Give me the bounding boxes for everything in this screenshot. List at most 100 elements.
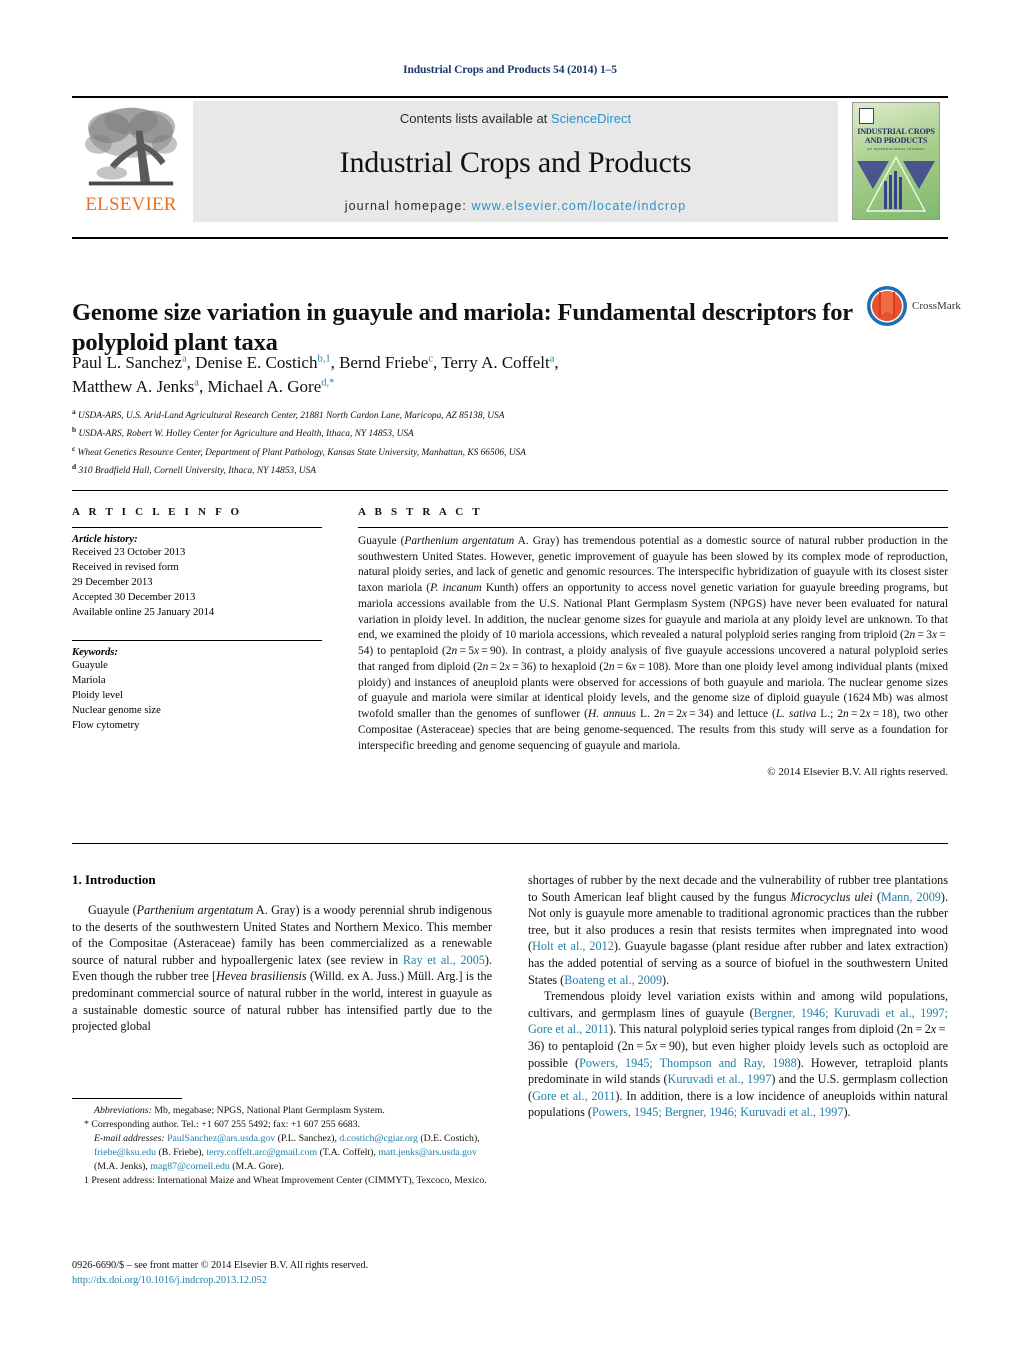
email-owner-coffelt: (T.A. Coffelt),	[317, 1146, 379, 1158]
abstract-text: Guayule (Parthenium argentatum A. Gray) …	[358, 535, 948, 752]
masthead-bottom-rule	[72, 237, 948, 239]
citation-powers-bergner-kuruvadi[interactable]: Powers, 1945; Bergner, 1946; Kuruvadi et…	[592, 1105, 843, 1119]
affiliation-text: Wheat Genetics Resource Center, Departme…	[77, 447, 526, 458]
corresponding-author-footnote: * Corresponding author. Tel.: +1 607 255…	[84, 1118, 361, 1130]
keyword-item: Ploidy level	[72, 690, 123, 702]
affiliation-list: a USDA-ARS, U.S. Arid-Land Agricultural …	[72, 406, 892, 479]
journal-masthead: ELSEVIER Contents lists available at Sci…	[72, 96, 948, 228]
body-top-rule	[72, 843, 948, 844]
issn-line: 0926-6690/$ – see front matter © 2014 El…	[72, 1260, 369, 1271]
citation-mann-2009[interactable]: Mann, 2009	[881, 890, 941, 904]
paper-page: Industrial Crops and Products 54 (2014) …	[0, 0, 1020, 1351]
cover-title: INDUSTRIAL CROPS AND PRODUCTS	[853, 127, 939, 145]
footnote-rule	[72, 1098, 182, 1099]
affiliation-text: USDA-ARS, U.S. Arid-Land Agricultural Re…	[78, 411, 505, 422]
citation-ray-2005[interactable]: Ray et al., 2005	[403, 953, 485, 967]
email-owner-jenks: (M.A. Jenks),	[94, 1160, 151, 1172]
affiliation-item: a USDA-ARS, U.S. Arid-Land Agricultural …	[72, 406, 892, 424]
cover-subtitle: AN INTERNATIONAL JOURNAL	[866, 147, 926, 151]
intro-paragraph-1: Guayule (Parthenium argentatum A. Gray) …	[72, 903, 492, 1034]
cover-title-line1: INDUSTRIAL CROPS	[857, 127, 935, 136]
citation-boateng-2009[interactable]: Boateng et al., 2009	[564, 973, 662, 987]
affiliation-item: b USDA-ARS, Robert W. Holley Center for …	[72, 424, 892, 442]
citation-kuruvadi-1997[interactable]: Kuruvadi et al., 1997	[668, 1072, 772, 1086]
body-column-left: 1. Introduction Guayule (Parthenium arge…	[72, 872, 492, 1035]
abbreviations-footnote: Abbreviations: Mb, megabase; NPGS, Natio…	[72, 1104, 502, 1118]
email-link-gore[interactable]: mag87@cornell.edu	[150, 1161, 229, 1172]
journal-cover-thumbnail: INDUSTRIAL CROPS AND PRODUCTS AN INTERNA…	[852, 102, 940, 220]
keywords-label: Keywords:	[72, 647, 118, 659]
history-line: Available online 25 January 2014	[72, 607, 215, 619]
email-link-sanchez[interactable]: PaulSanchez@ars.usda.gov	[167, 1133, 275, 1144]
article-info-top-rule	[72, 490, 948, 491]
affiliation-mark: c	[72, 443, 76, 453]
affiliation-text: 310 Bradfield Hall, Cornell University, …	[78, 466, 316, 477]
history-line: Received 23 October 2013	[72, 547, 186, 558]
elsevier-logo: ELSEVIER	[72, 98, 190, 228]
doi-link[interactable]: http://dx.doi.org/10.1016/j.indcrop.2013…	[72, 1273, 502, 1288]
author-gore-affil-mark: d,*	[321, 377, 335, 389]
present-address-footnote: 1 Present address: International Maize a…	[84, 1174, 487, 1186]
citation-gore-2011[interactable]: Gore et al., 2011	[532, 1089, 615, 1103]
affiliation-mark: a	[72, 407, 76, 416]
author-friebe: , Bernd Friebe	[330, 353, 429, 372]
abbreviations-text: Mb, megabase; NPGS, National Plant Germp…	[151, 1105, 385, 1116]
email-addresses-label: E-mail addresses:	[94, 1132, 165, 1144]
affiliation-item: c Wheat Genetics Resource Center, Depart…	[72, 443, 892, 461]
issn-block: 0926-6690/$ – see front matter © 2014 El…	[72, 1258, 502, 1289]
email-owner-sanchez: (P.L. Sanchez),	[275, 1132, 340, 1144]
citation-powers-thompson[interactable]: Powers, 1945; Thompson and Ray, 1988	[579, 1056, 797, 1070]
keywords-block: Keywords: Guayule Mariola Ploidy level N…	[72, 640, 322, 733]
footnote-block: Abbreviations: Mb, megabase; NPGS, Natio…	[72, 1104, 502, 1187]
sciencedirect-link[interactable]: ScienceDirect	[551, 111, 631, 126]
intro-paragraph-1-cont: shortages of rubber by the next decade a…	[528, 873, 948, 987]
intro-paragraph-2: Tremendous ploidy level variation exists…	[528, 989, 949, 1120]
contents-available-line: Contents lists available at ScienceDirec…	[400, 111, 631, 126]
history-line: 29 December 2013	[72, 577, 153, 589]
history-line: Accepted 30 December 2013	[72, 592, 196, 604]
running-head: Industrial Crops and Products 54 (2014) …	[403, 64, 617, 76]
affiliation-mark: d	[72, 462, 77, 472]
affiliation-text: USDA-ARS, Robert W. Holley Center for Ag…	[78, 429, 414, 440]
affiliation-item: d 310 Bradfield Hall, Cornell University…	[72, 461, 892, 479]
article-history-label: Article history:	[72, 534, 138, 545]
citation-holt-2012[interactable]: Holt et al., 2012	[532, 939, 614, 953]
cover-elsevier-mark-icon	[859, 108, 874, 124]
email-owner-friebe: (B. Friebe),	[156, 1146, 207, 1158]
keyword-item: Flow cytometry	[72, 720, 140, 732]
keyword-item: Mariola	[72, 675, 106, 687]
crossmark-label: CrossMark	[912, 300, 961, 312]
body-column-right: shortages of rubber by the next decade a…	[528, 872, 948, 1121]
email-link-jenks[interactable]: matt.jenks@ars.usda.gov	[378, 1147, 477, 1158]
journal-cover-block: INDUSTRIAL CROPS AND PRODUCTS AN INTERNA…	[844, 98, 948, 228]
affiliation-mark: b	[72, 425, 77, 435]
author-costich-affil-mark: b,1	[317, 353, 331, 365]
section-heading-introduction: 1. Introduction	[72, 872, 156, 887]
journal-homepage-link[interactable]: www.elsevier.com/locate/indcrop	[472, 199, 687, 213]
author-sanchez: Paul L. Sanchez	[72, 353, 182, 372]
email-owner-costich: (D.E. Costich),	[417, 1132, 480, 1144]
abstract-rule	[358, 527, 948, 528]
author-jenks: Matthew A. Jenks	[72, 377, 195, 397]
crossmark-icon	[867, 286, 907, 326]
keyword-item: Guayule	[72, 660, 108, 672]
crossmark-badge[interactable]: CrossMark	[866, 283, 966, 329]
cover-title-line2: AND PRODUCTS	[864, 136, 928, 146]
abstract-section: A B S T R A C T Guayule (Parthenium arge…	[358, 506, 948, 778]
journal-homepage-line: journal homepage: www.elsevier.com/locat…	[345, 199, 687, 213]
author-costich: , Denise E. Costich	[186, 353, 318, 372]
elsevier-tree-icon	[85, 107, 177, 186]
email-link-coffelt[interactable]: terry.coffelt.arc@gmail.com	[206, 1147, 317, 1158]
citation-bergner-kuruvadi-gore[interactable]: Bergner, 1946; Kuruvadi et al., 1997; Go…	[528, 1006, 948, 1037]
keyword-item: Nuclear genome size	[72, 705, 161, 717]
journal-title: Industrial Crops and Products	[339, 145, 692, 179]
email-link-costich[interactable]: d.costich@cgiar.org	[339, 1133, 418, 1144]
homepage-prefix: journal homepage:	[344, 199, 472, 213]
elsevier-wordmark: ELSEVIER	[85, 194, 177, 215]
keywords-rule	[72, 640, 322, 642]
abbreviations-label: Abbreviations:	[94, 1105, 152, 1116]
abstract-heading: A B S T R A C T	[358, 506, 483, 518]
email-link-friebe[interactable]: friebe@ksu.edu	[94, 1147, 156, 1158]
contents-prefix: Contents lists available at	[399, 111, 551, 126]
abstract-copyright: © 2014 Elsevier B.V. All rights reserved…	[767, 765, 948, 778]
